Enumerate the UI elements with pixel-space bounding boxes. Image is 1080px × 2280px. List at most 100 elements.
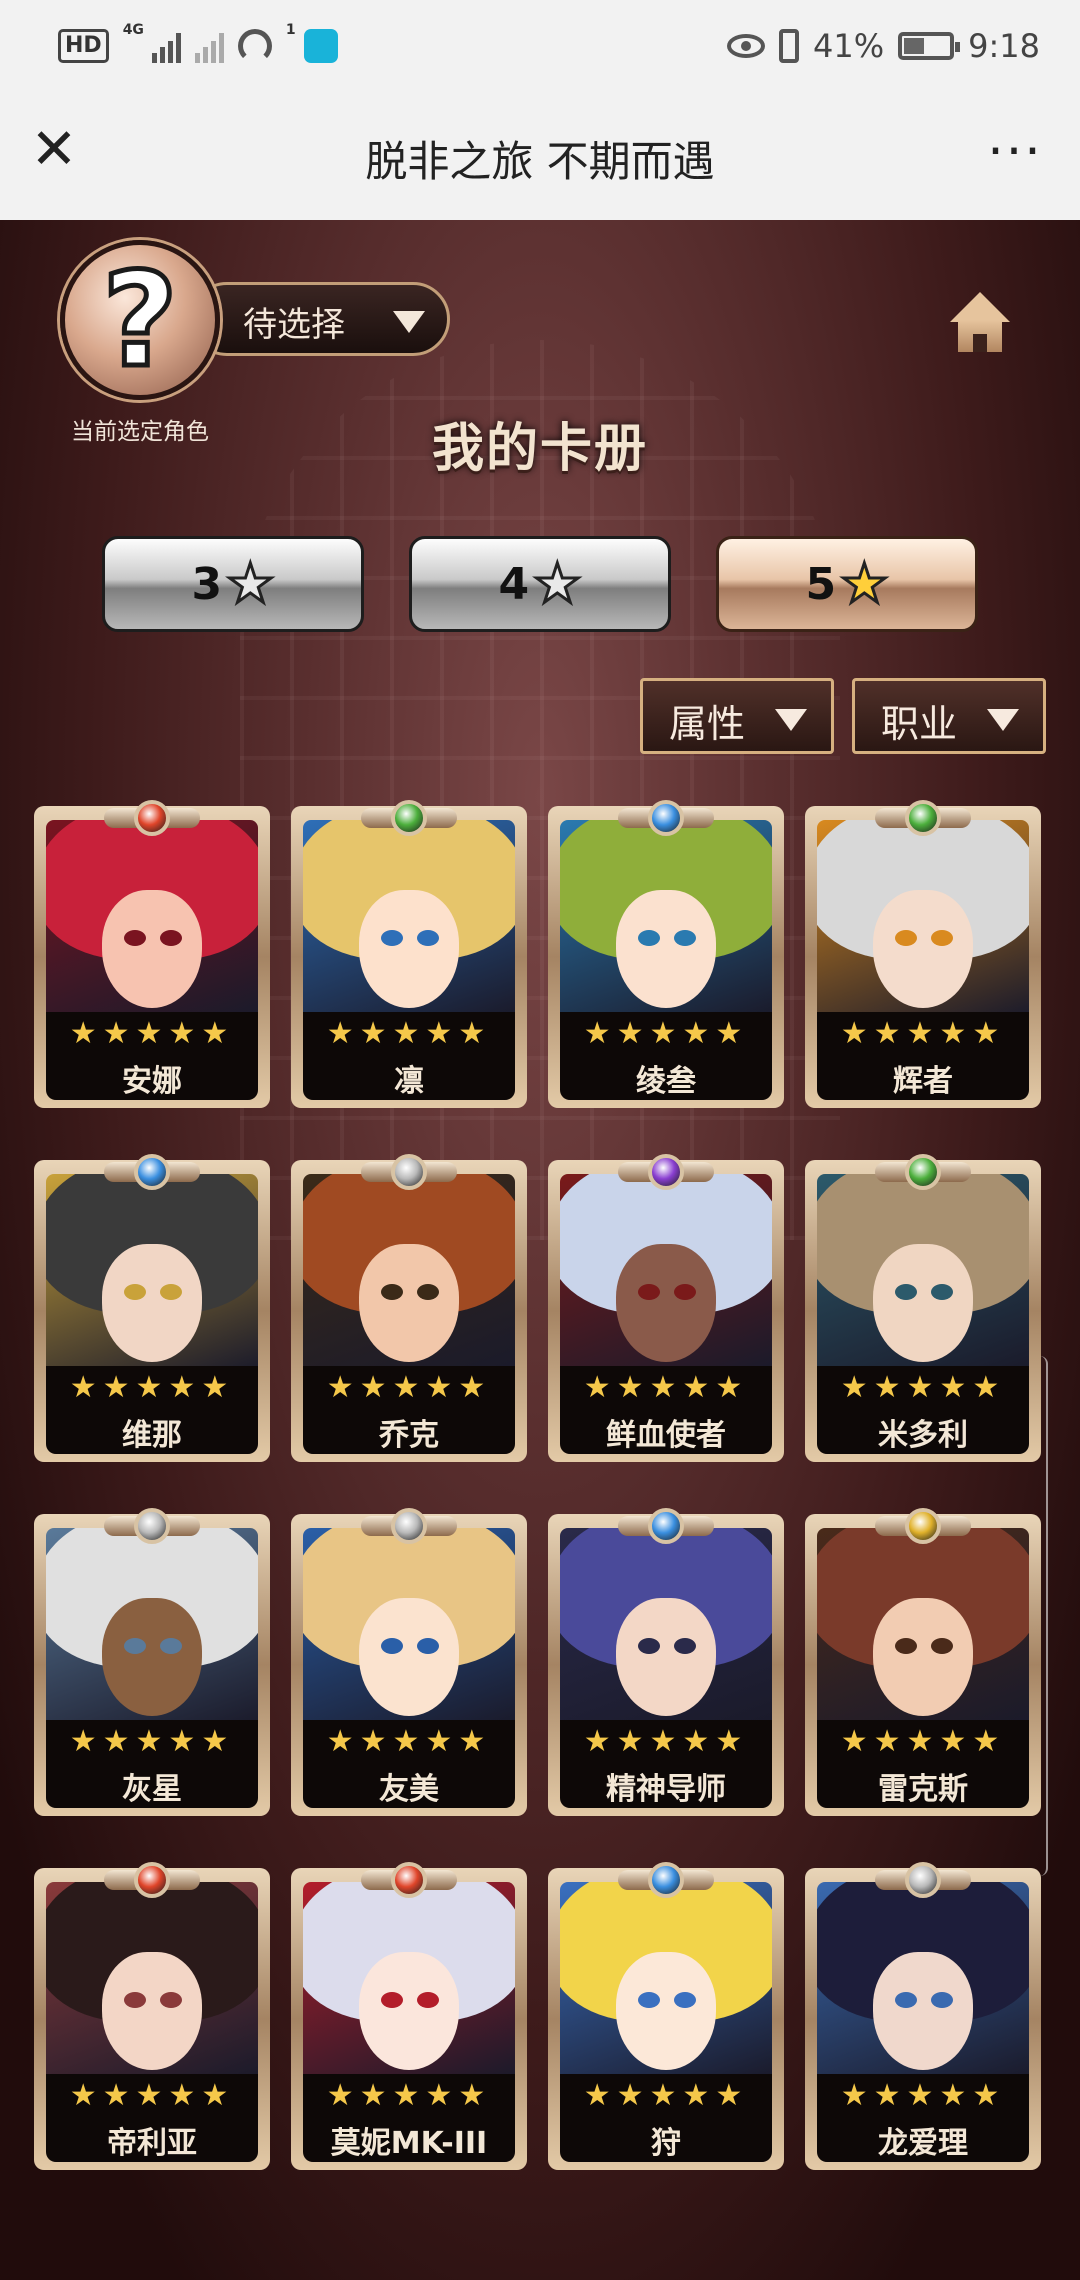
character-portrait <box>560 1882 772 2078</box>
element-fire-icon <box>134 1862 170 1898</box>
rarity-stars: ★★★★★ <box>840 1370 1006 1405</box>
character-portrait <box>817 820 1029 1016</box>
character-card[interactable]: ★★★★★ 维那 <box>34 1154 270 1466</box>
card-info: ★★★★★ 帝利亚 <box>46 2074 258 2162</box>
character-name: 精神导师 <box>606 1772 726 1807</box>
rarity-tabs: 3 ★ 4 ★ 5 ★ <box>102 536 978 632</box>
card-info: ★★★★★ 莫妮MK-III <box>303 2074 515 2162</box>
rarity-tab-4[interactable]: 4 ★ <box>409 536 671 632</box>
card-info: ★★★★★ 雷克斯 <box>817 1720 1029 1808</box>
scrollbar[interactable] <box>1040 1356 1048 1876</box>
character-portrait <box>46 1882 258 2078</box>
character-name: 绫叁 <box>636 1064 696 1099</box>
network-type: 4G <box>122 22 144 38</box>
home-icon[interactable] <box>950 292 1010 356</box>
character-portrait <box>560 1528 772 1724</box>
element-neutral-icon <box>134 1508 170 1544</box>
character-portrait <box>817 1882 1029 2078</box>
element-water-icon <box>648 1862 684 1898</box>
character-card[interactable]: ★★★★★ 鲜血使者 <box>548 1154 784 1466</box>
rarity-stars: ★★★★★ <box>326 1724 492 1759</box>
attribute-filter-label: 属性 <box>669 702 746 746</box>
rarity-label: 4 <box>498 558 530 610</box>
character-select-dropdown[interactable]: 待选择 <box>190 282 450 356</box>
rarity-stars: ★★★★★ <box>69 2078 235 2113</box>
star-icon: ★ <box>839 552 890 615</box>
character-card[interactable]: ★★★★★ 帝利亚 <box>34 1862 270 2174</box>
rarity-stars: ★★★★★ <box>326 1016 492 1051</box>
character-card[interactable]: ★★★★★ 辉者 <box>805 800 1041 1112</box>
character-portrait <box>303 1528 515 1724</box>
rarity-tab-5[interactable]: 5 ★ <box>716 536 978 632</box>
hotspot-icon <box>237 29 272 63</box>
character-portrait <box>303 1882 515 2078</box>
more-icon[interactable]: ··· <box>980 122 1050 182</box>
character-card[interactable]: ★★★★★ 友美 <box>291 1508 527 1820</box>
character-card[interactable]: ★★★★★ 米多利 <box>805 1154 1041 1466</box>
rarity-stars: ★★★★★ <box>326 1370 492 1405</box>
star-icon: ★ <box>532 552 583 615</box>
rarity-tab-3[interactable]: 3 ★ <box>102 536 364 632</box>
element-dark-icon <box>648 1154 684 1190</box>
title-bar: ✕ 脱非之旅 不期而遇 ··· <box>0 92 1080 220</box>
job-filter-dropdown[interactable]: 职业 <box>852 678 1046 754</box>
card-info: ★★★★★ 绫叁 <box>560 1012 772 1100</box>
character-name: 辉者 <box>893 1064 953 1099</box>
element-wind-icon <box>905 800 941 836</box>
element-neutral-icon <box>905 1862 941 1898</box>
dropdown-caret-icon <box>987 709 1019 731</box>
rarity-stars: ★★★★★ <box>69 1016 235 1051</box>
character-card[interactable]: ★★★★★ 雷克斯 <box>805 1508 1041 1820</box>
dropdown-caret-icon <box>393 311 425 333</box>
card-info: ★★★★★ 鲜血使者 <box>560 1366 772 1454</box>
card-info: ★★★★★ 凛 <box>303 1012 515 1100</box>
signal-icon <box>151 29 181 63</box>
element-wind-icon <box>391 800 427 836</box>
character-name: 米多利 <box>878 1418 968 1453</box>
card-info: ★★★★★ 安娜 <box>46 1012 258 1100</box>
rarity-stars: ★★★★★ <box>840 2078 1006 2113</box>
element-neutral-icon <box>391 1508 427 1544</box>
eye-comfort-icon <box>727 34 766 58</box>
character-card[interactable]: ★★★★★ 凛 <box>291 800 527 1112</box>
character-name: 龙爱理 <box>878 2126 968 2161</box>
character-portrait <box>303 1174 515 1370</box>
character-card[interactable]: ★★★★★ 精神导师 <box>548 1508 784 1820</box>
character-card[interactable]: ★★★★★ 绫叁 <box>548 800 784 1112</box>
card-info: ★★★★★ 米多利 <box>817 1366 1029 1454</box>
character-select-label: 待选择 <box>243 305 345 345</box>
vibrate-icon <box>779 29 800 63</box>
rarity-stars: ★★★★★ <box>69 1370 235 1405</box>
card-info: ★★★★★ 精神导师 <box>560 1720 772 1808</box>
question-mark-icon: ? <box>100 244 180 396</box>
app-notification-icon <box>303 29 338 63</box>
attribute-filter-dropdown[interactable]: 属性 <box>640 678 834 754</box>
rarity-stars: ★★★★★ <box>583 1370 749 1405</box>
card-info: ★★★★★ 友美 <box>303 1720 515 1808</box>
hotspot-count: 1 <box>285 22 296 38</box>
current-character-avatar[interactable]: ? <box>60 240 220 400</box>
character-card[interactable]: ★★★★★ 龙爱理 <box>805 1862 1041 2174</box>
battery-percent: 41% <box>813 27 885 65</box>
character-card[interactable]: ★★★★★ 乔克 <box>291 1154 527 1466</box>
card-info: ★★★★★ 维那 <box>46 1366 258 1454</box>
rarity-label: 5 <box>805 558 837 610</box>
character-card[interactable]: ★★★★★ 莫妮MK-III <box>291 1862 527 2174</box>
page-title: 我的卡册 <box>431 419 648 479</box>
element-thunder-icon <box>905 1508 941 1544</box>
character-portrait <box>560 1174 772 1370</box>
character-card[interactable]: ★★★★★ 狩 <box>548 1862 784 2174</box>
character-name: 乔克 <box>379 1418 439 1453</box>
job-filter-label: 职业 <box>881 702 958 746</box>
character-name: 友美 <box>379 1772 439 1807</box>
rarity-label: 3 <box>191 558 223 610</box>
clock: 9:18 <box>968 27 1040 65</box>
rarity-stars: ★★★★★ <box>326 2078 492 2113</box>
card-info: ★★★★★ 乔克 <box>303 1366 515 1454</box>
character-portrait <box>303 820 515 1016</box>
rarity-stars: ★★★★★ <box>583 2078 749 2113</box>
rarity-stars: ★★★★★ <box>840 1724 1006 1759</box>
status-right: 41% 9:18 <box>727 22 1040 70</box>
character-card[interactable]: ★★★★★ 灰星 <box>34 1508 270 1820</box>
character-card[interactable]: ★★★★★ 安娜 <box>34 800 270 1112</box>
